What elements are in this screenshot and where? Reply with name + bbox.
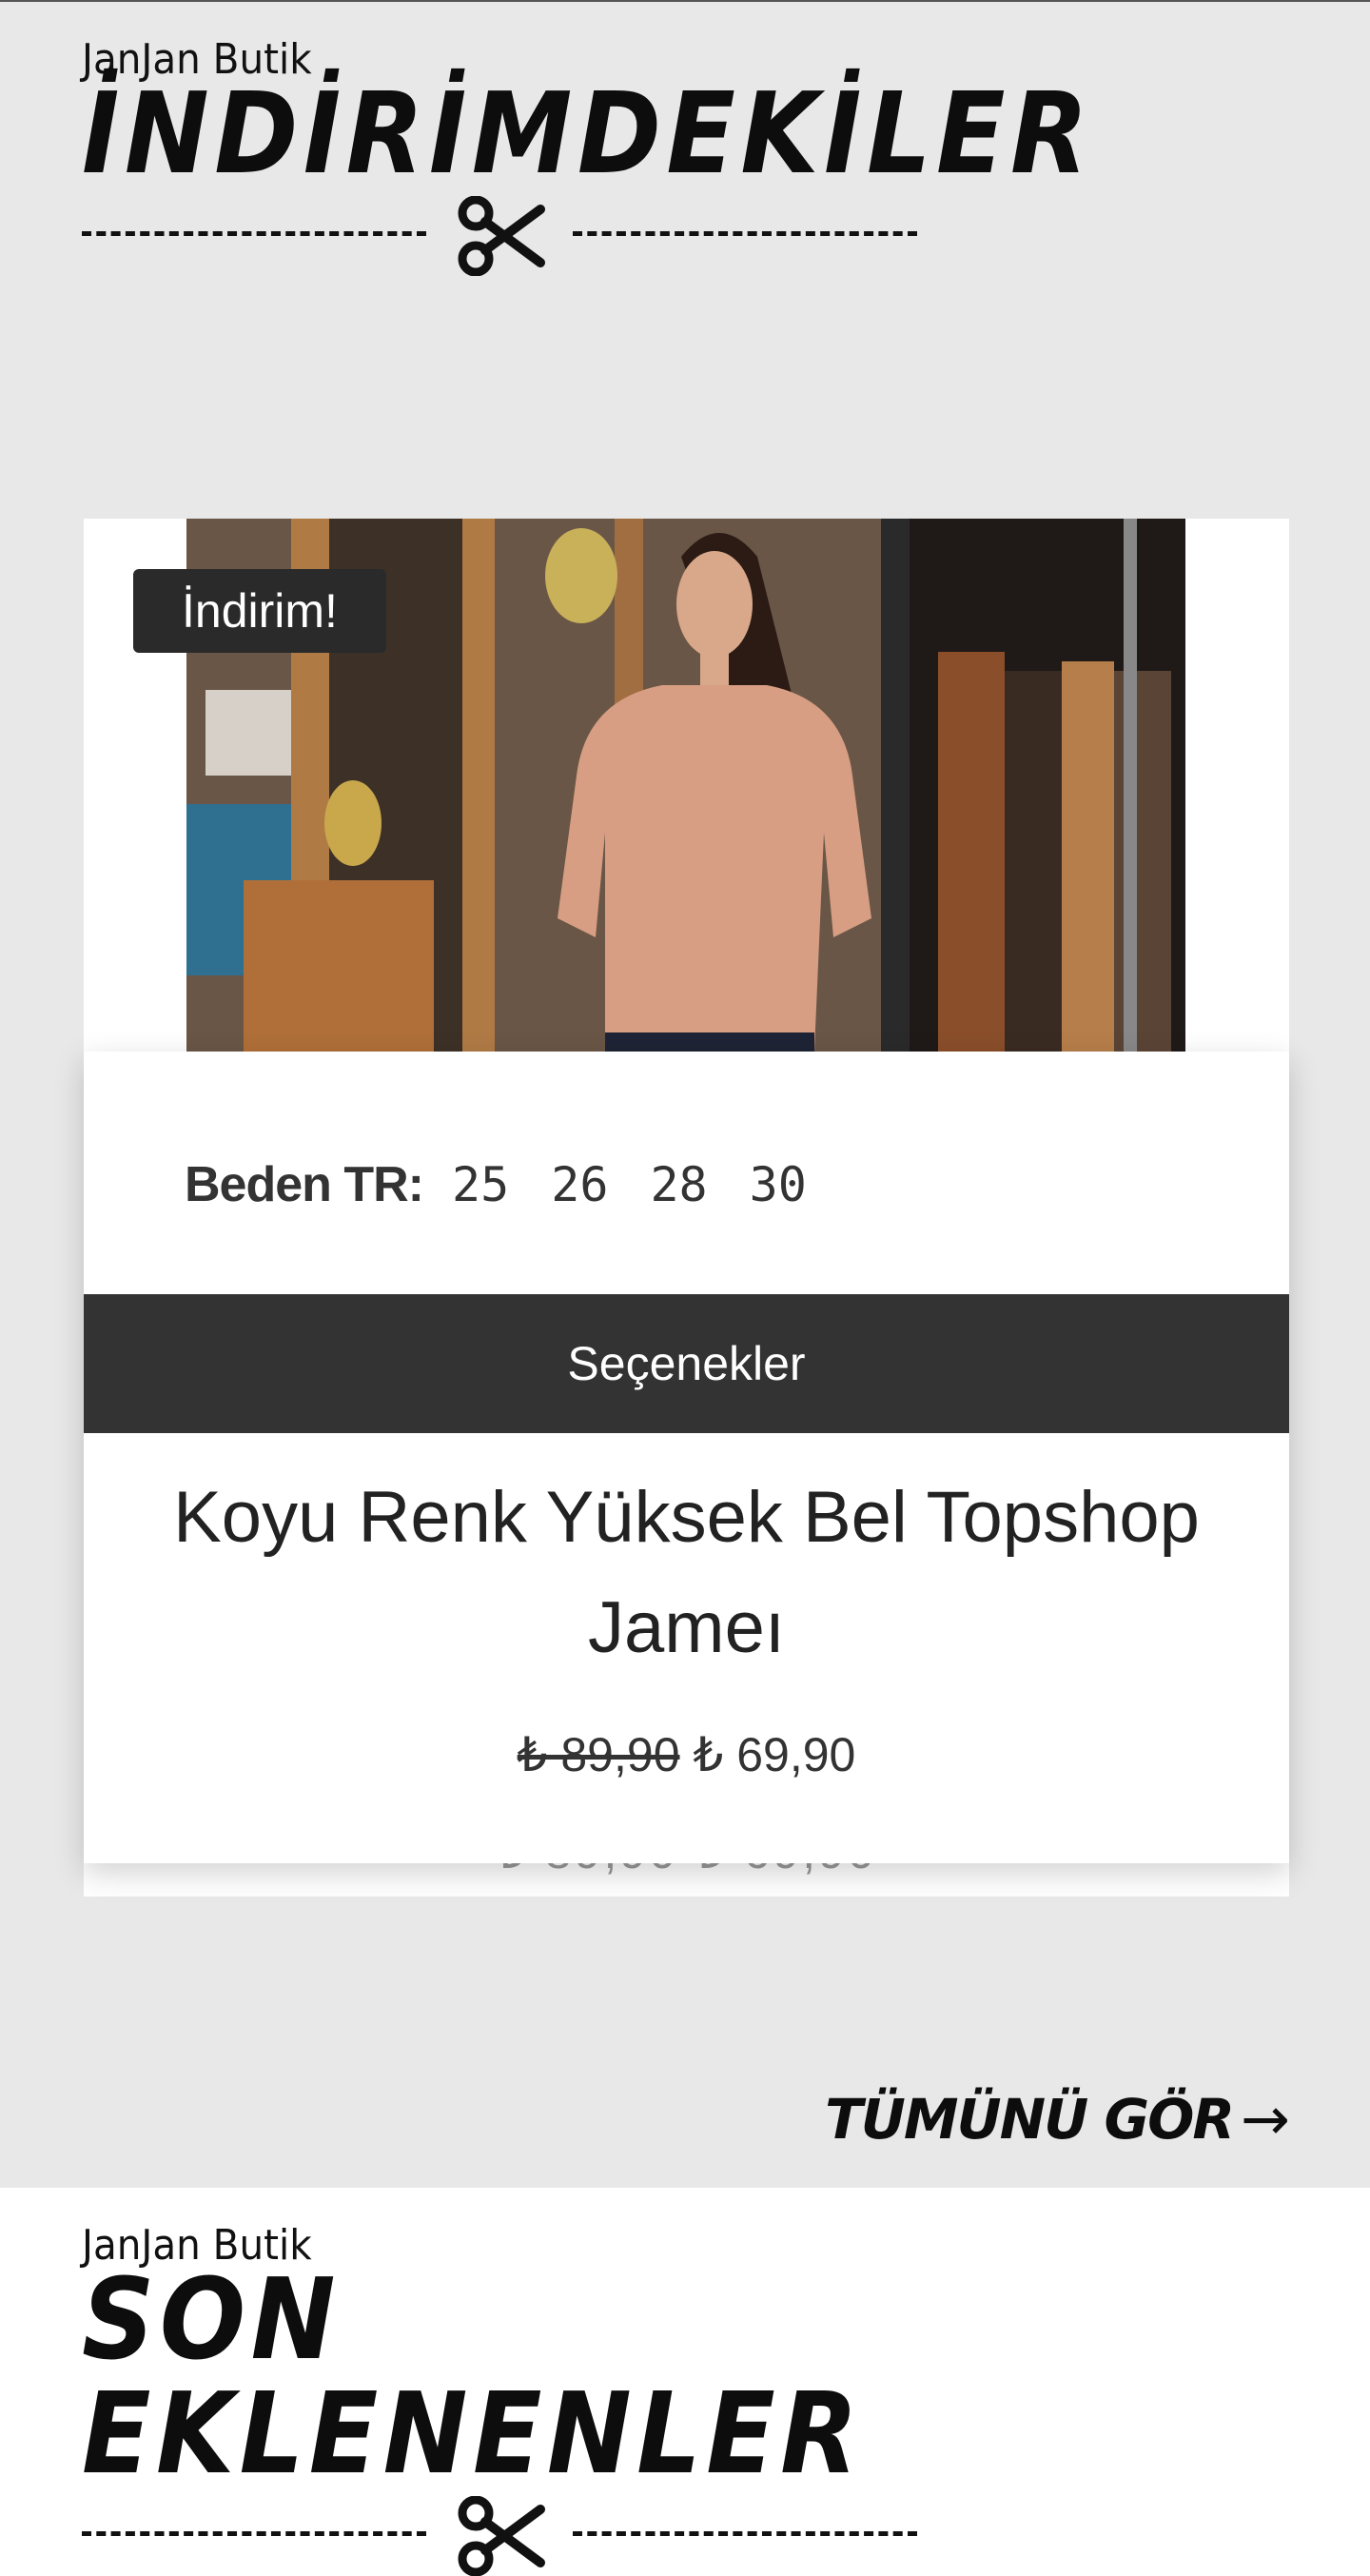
new-price: ₺ 69,90 xyxy=(693,1728,856,1781)
old-price: ₺ 89,90 xyxy=(517,1728,680,1781)
section-title: İNDİRİMDEKİLER xyxy=(82,68,1094,199)
product-card-details: Beden TR: 25 26 28 30 Seçenekler Koyu Re… xyxy=(84,1052,1289,1863)
size-option[interactable]: 28 xyxy=(650,1157,707,1212)
options-button[interactable]: Seçenekler xyxy=(84,1294,1289,1433)
product-price: ₺ 89,90 ₺ 69,90 xyxy=(84,1727,1289,1782)
top-border xyxy=(0,0,1370,2)
dashed-line-right xyxy=(573,231,917,236)
size-selector: Beden TR: 25 26 28 30 xyxy=(185,1147,849,1223)
dashed-line-left xyxy=(82,2531,426,2536)
size-option[interactable]: 25 xyxy=(452,1157,509,1212)
size-label: Beden TR: xyxy=(185,1157,424,1212)
arrow-right-icon: → xyxy=(1241,2084,1290,2153)
dashed-line-left xyxy=(82,231,426,236)
scissors-icon xyxy=(458,2496,545,2576)
sale-section-header: JanJan Butik İNDİRİMDEKİLER xyxy=(82,36,1094,276)
product-name[interactable]: Koyu Renk Yüksek Bel Topshop Jameı xyxy=(141,1463,1232,1683)
section-title: SON EKLENENLER xyxy=(82,2253,864,2499)
see-all-label: TÜMÜNÜ GÖR xyxy=(825,2086,1235,2152)
section-divider xyxy=(82,2496,919,2576)
new-arrivals-header: JanJan Butik SON EKLENENLER xyxy=(82,2222,919,2576)
section-divider xyxy=(82,196,919,276)
dashed-line-right xyxy=(573,2531,917,2536)
sale-badge: İndirim! xyxy=(133,569,386,653)
size-option[interactable]: 30 xyxy=(750,1157,807,1212)
scissors-icon xyxy=(458,196,545,276)
size-option[interactable]: 26 xyxy=(551,1157,608,1212)
see-all-link[interactable]: TÜMÜNÜ GÖR → xyxy=(825,2084,1290,2153)
